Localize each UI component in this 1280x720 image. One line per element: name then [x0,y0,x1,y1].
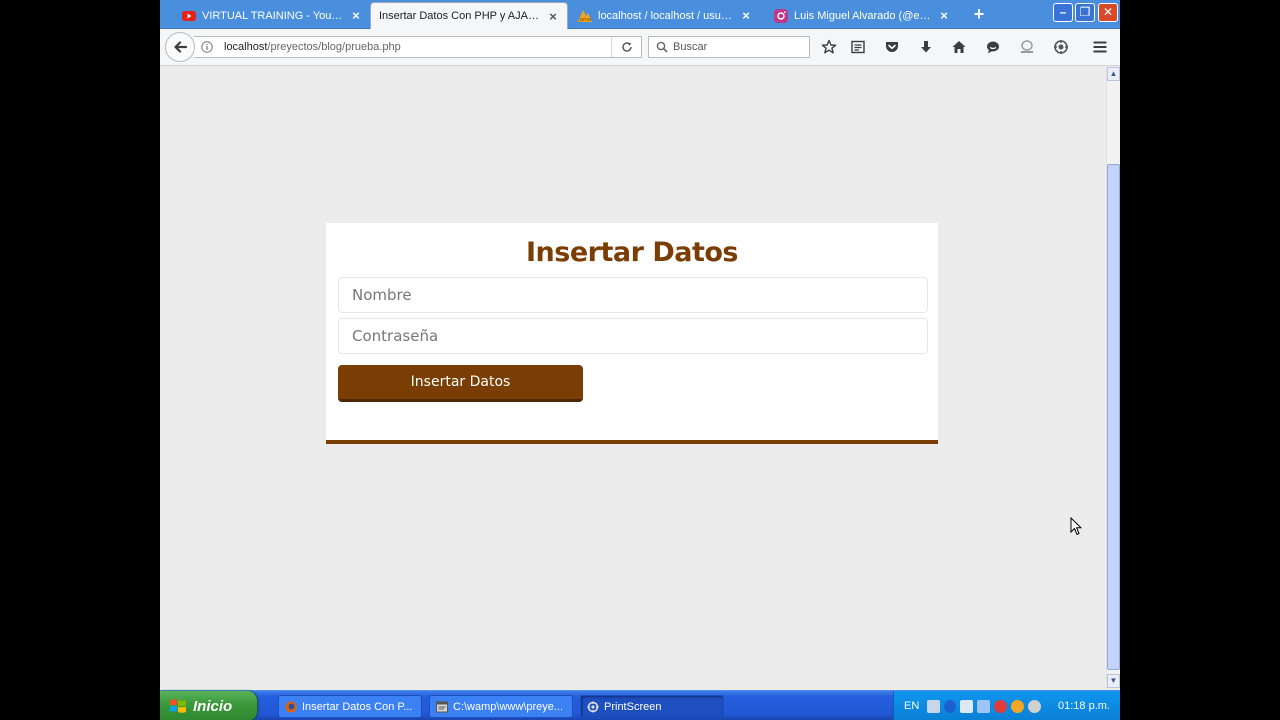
taskbar-item-editor[interactable]: C:\wamp\www\preye... [429,695,573,718]
start-label: Inicio [193,697,233,715]
password-input[interactable] [338,318,928,354]
tab-label: Luis Miguel Alvarado (@elcam... [794,9,932,22]
tab-label: Insertar Datos Con PHP y AJAX a ... [379,10,541,22]
clock: 01:18 p.m. [1058,700,1110,712]
screen: VIRTUAL TRAINING - YouTube × Insertar Da… [160,0,1120,720]
start-button[interactable]: Inicio [160,691,257,720]
tab-bar: VIRTUAL TRAINING - YouTube × Insertar Da… [160,0,1120,29]
windows-logo-icon [170,699,186,713]
arrow-left-icon [174,41,187,53]
arrow-left-icon[interactable] [944,699,957,713]
volume-icon[interactable] [1028,699,1042,713]
reload-icon[interactable] [611,37,641,57]
url-host: localhost [224,41,268,53]
chat-icon[interactable] [983,37,1003,57]
form-title: Insertar Datos [526,237,738,268]
insertar-datos-button[interactable]: Insertar Datos [338,365,583,402]
tab-instagram[interactable]: Luis Miguel Alvarado (@elcam... × [766,2,958,29]
instagram-icon [774,8,788,23]
system-tray: EN 01:18 p.m. [893,691,1120,720]
monitor-icon[interactable] [960,699,974,713]
download-icon[interactable] [916,37,936,57]
back-button[interactable] [165,32,195,62]
close-icon[interactable]: × [547,9,559,24]
bookmarks-menu-icon[interactable] [848,37,868,57]
taskbar: Inicio Insertar Datos Con P... C:\wamp\w… [160,690,1120,720]
scroll-down-arrow-icon[interactable]: ▼ [1107,674,1120,688]
info-icon[interactable] [200,40,214,54]
firefox-icon [285,701,297,712]
wamp-icon[interactable] [1011,699,1025,713]
home-icon[interactable] [949,37,969,57]
insert-data-form: Insertar Datos Insertar Datos [326,223,938,444]
tab-phpmyadmin[interactable]: pma localhost / localhost / usuario... × [570,2,760,29]
editor-icon [436,701,448,712]
navigation-toolbar: localhost/preyectos/blog/prueba.php Busc… [160,29,1120,66]
close-icon[interactable]: × [740,8,752,23]
mouse-cursor-icon [1070,517,1082,536]
minimize-button[interactable]: – [1053,3,1073,22]
url-text: localhost/preyectos/blog/prueba.php [224,41,401,53]
vertical-scrollbar[interactable]: ▲ ▼ [1106,67,1120,688]
window-close-button[interactable]: ✕ [1098,3,1118,22]
bookmark-star-icon[interactable] [819,37,839,57]
taskbar-item-label: C:\wamp\www\preye... [453,700,564,713]
taskbar-item-label: PrintScreen [604,700,662,713]
scroll-thumb[interactable] [1107,164,1120,670]
url-bar[interactable]: localhost/preyectos/blog/prueba.php [194,36,642,58]
printscreen-icon [587,701,599,712]
extension-icon[interactable] [1051,37,1071,57]
language-indicator[interactable]: EN [904,700,919,712]
taskbar-item-firefox[interactable]: Insertar Datos Con P... [278,695,422,718]
youtube-icon [182,9,196,23]
restore-button[interactable]: ❐ [1075,3,1095,22]
shield-icon[interactable] [994,699,1008,713]
search-icon [655,40,669,54]
taskbar-item-label: Insertar Datos Con P... [302,700,413,713]
tab-label: localhost / localhost / usuario... [598,9,734,22]
close-icon[interactable]: × [350,8,362,23]
screenshot-icon[interactable] [1017,37,1037,57]
phpmyadmin-icon: pma [578,9,592,23]
tab-youtube[interactable]: VIRTUAL TRAINING - YouTube × [174,2,370,29]
hamburger-menu-icon[interactable] [1090,37,1110,57]
url-path: /preyectos/blog/prueba.php [267,41,401,53]
close-icon[interactable]: × [938,8,950,23]
search-placeholder: Buscar [673,41,708,53]
new-tab-button[interactable]: + [970,5,988,23]
tab-label: VIRTUAL TRAINING - YouTube [202,9,344,22]
tab-insertar-datos[interactable]: Insertar Datos Con PHP y AJAX a ... × [370,2,568,29]
search-input[interactable]: Buscar [648,36,810,58]
network-icon[interactable] [977,699,991,713]
svg-text:pma: pma [580,17,591,22]
pocket-icon[interactable] [882,37,902,57]
taskbar-item-printscreen[interactable]: PrintScreen [580,695,724,718]
nombre-input[interactable] [338,277,928,313]
scroll-up-arrow-icon[interactable]: ▲ [1107,67,1120,81]
keyboard-icon[interactable] [927,699,941,713]
